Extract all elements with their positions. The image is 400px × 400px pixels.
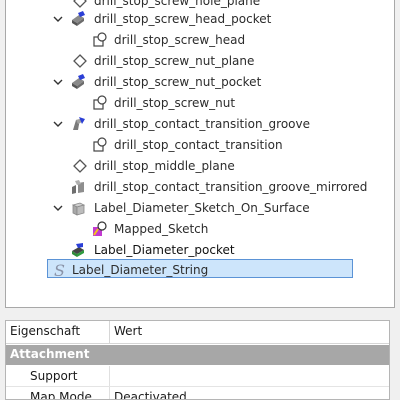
tree-item-screw-head[interactable]: drill_stop_screw_head	[6, 30, 394, 50]
property-row-support[interactable]: Support	[6, 366, 389, 387]
tree-item-label: drill_stop_screw_hole_plane	[94, 0, 261, 8]
tree-item-contact-transition-groove[interactable]: drill_stop_contact_transition_groove	[6, 114, 394, 134]
sketch-icon	[92, 32, 108, 48]
tree-item-label: drill_stop_contact_transition	[114, 138, 283, 152]
column-divider	[109, 387, 110, 399]
pocket-icon	[70, 74, 86, 90]
tree-item-label: Mapped_Sketch	[114, 222, 209, 236]
tree-item-label: drill_stop_screw_head_pocket	[94, 12, 272, 26]
mirrored-icon	[70, 179, 86, 195]
property-table-header: Eigenschaft Wert	[6, 321, 389, 344]
property-row-map-mode[interactable]: Map Mode Deactivated	[6, 387, 389, 400]
chevron-down-icon[interactable]	[51, 198, 65, 218]
header-property[interactable]: Eigenschaft	[10, 324, 80, 338]
property-value[interactable]: Deactivated	[114, 390, 187, 399]
tree-item-label: drill_stop_screw_nut	[114, 96, 236, 110]
tree-item-label-diameter-sketch-on-surface[interactable]: Label_Diameter_Sketch_On_Surface	[6, 198, 394, 218]
shapestring-icon: S	[52, 262, 68, 278]
tree-item-screw-nut[interactable]: drill_stop_screw_nut	[6, 93, 394, 113]
tree-item-label: Label_Diameter_pocket	[94, 243, 235, 257]
tree-item-label: drill_stop_contact_transition_groove	[94, 117, 310, 131]
tree-item-screw-head-pocket[interactable]: drill_stop_screw_head_pocket	[6, 9, 394, 29]
tree-item-groove-mirrored[interactable]: drill_stop_contact_transition_groove_mir…	[6, 177, 394, 197]
tree-item-label: drill_stop_contact_transition_groove_mir…	[94, 180, 368, 194]
tree-item-screw-nut-pocket[interactable]: drill_stop_screw_nut_pocket	[6, 72, 394, 92]
chevron-down-icon[interactable]	[51, 72, 65, 92]
column-divider[interactable]	[109, 321, 110, 343]
tree-item-contact-transition[interactable]: drill_stop_contact_transition	[6, 135, 394, 155]
mapped-sketch-icon	[92, 221, 108, 237]
tree-item-label: Label_Diameter_String	[72, 263, 209, 277]
tree-item-label-diameter-string[interactable]: S Label_Diameter_String	[6, 260, 394, 280]
column-divider	[109, 366, 110, 386]
sketch-on-surface-icon	[70, 200, 86, 216]
tree-item-label-diameter-pocket[interactable]: Label_Diameter_pocket	[6, 240, 394, 260]
sketch-icon	[92, 95, 108, 111]
tree-item-label: drill_stop_screw_nut_pocket	[94, 75, 262, 89]
pocket-icon	[70, 242, 86, 258]
property-key: Map Mode	[30, 390, 92, 400]
plane-icon	[72, 0, 88, 9]
sketch-icon	[92, 137, 108, 153]
tree-item-label: drill_stop_screw_nut_plane	[94, 54, 255, 68]
property-panel: Eigenschaft Wert Attachment Support Map …	[5, 320, 390, 400]
groove-icon	[70, 116, 86, 132]
property-key: Support	[30, 369, 78, 383]
chevron-down-icon[interactable]	[51, 114, 65, 134]
chevron-down-icon[interactable]	[51, 9, 65, 29]
tree-item-middle-plane[interactable]: drill_stop_middle_plane	[6, 156, 394, 176]
tree-item-label: drill_stop_screw_head	[114, 33, 246, 47]
property-group-label: Attachment	[10, 347, 90, 361]
pocket-icon	[70, 11, 86, 27]
svg-text:S: S	[54, 262, 65, 278]
tree-item-label: Label_Diameter_Sketch_On_Surface	[94, 201, 310, 215]
tree-item-label: drill_stop_middle_plane	[94, 159, 235, 173]
model-tree-panel: drill_stop_screw_hole_plane drill_stop_s…	[5, 0, 395, 308]
tree-item-screw-nut-plane[interactable]: drill_stop_screw_nut_plane	[6, 51, 394, 71]
property-group-attachment[interactable]: Attachment	[6, 345, 389, 365]
plane-icon	[72, 158, 88, 174]
tree-item-mapped-sketch[interactable]: Mapped_Sketch	[6, 219, 394, 239]
header-value[interactable]: Wert	[114, 324, 142, 338]
plane-icon	[72, 53, 88, 69]
